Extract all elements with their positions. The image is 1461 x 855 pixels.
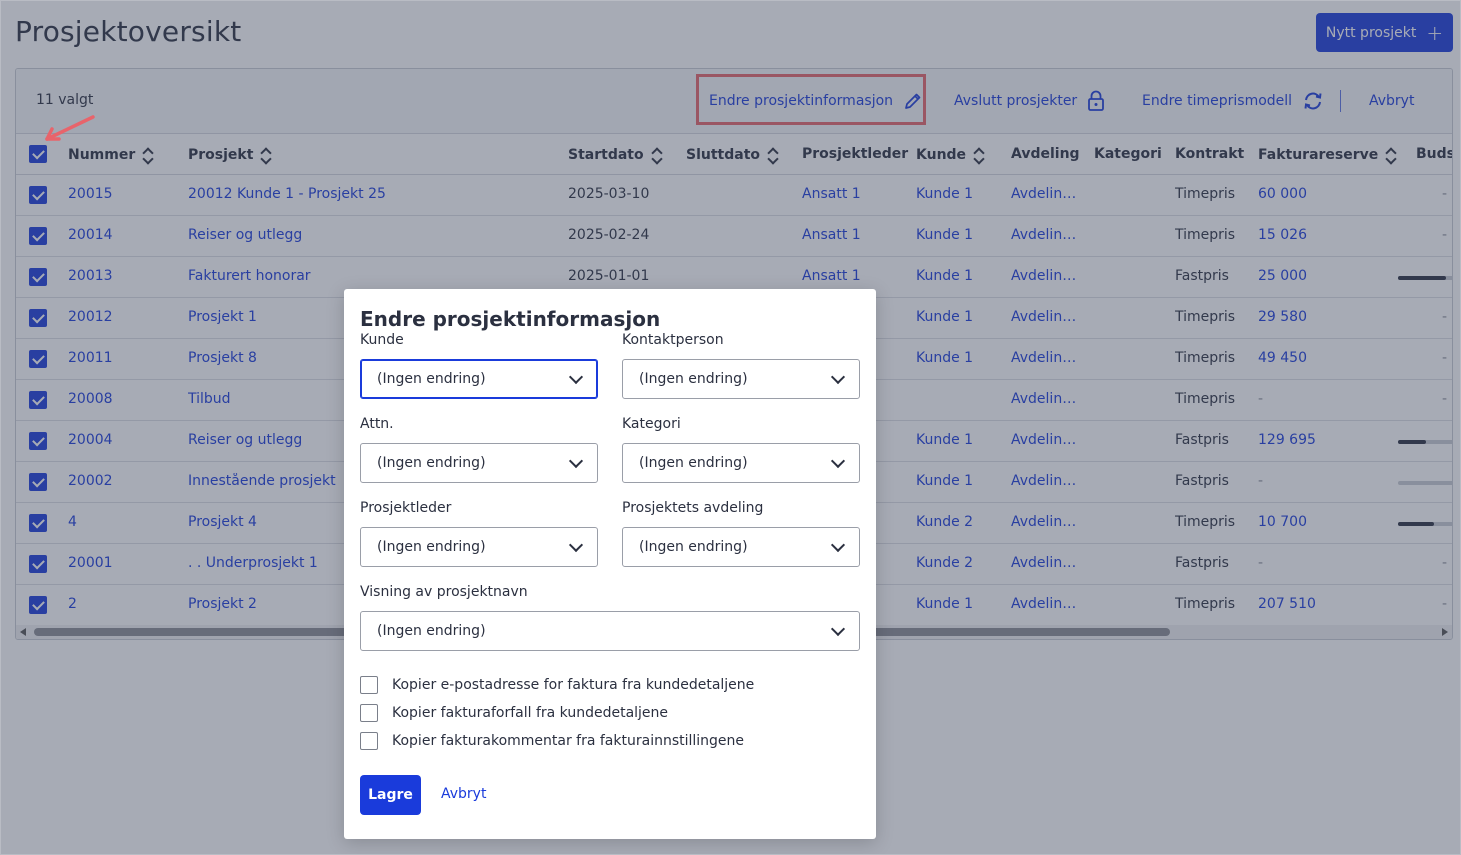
copy-comment-checkbox[interactable] [360, 732, 378, 750]
dialog-title: Endre prosjektinformasjon [360, 307, 661, 331]
kontaktperson-select-value: (Ingen endring) [639, 371, 748, 387]
avdeling-label: Prosjektets avdeling [622, 500, 764, 516]
prosjektleder-select-value: (Ingen endring) [377, 539, 486, 555]
kategori-label: Kategori [622, 416, 681, 432]
chevron-down-icon [830, 453, 846, 469]
kategori-select-value: (Ingen endring) [639, 455, 748, 471]
chevron-down-icon [568, 537, 584, 553]
copy-comment-label: Kopier fakturakommentar fra fakturainnst… [392, 733, 745, 749]
copy-due-label: Kopier fakturaforfall fra kundedetaljene [392, 705, 669, 721]
chevron-down-icon [830, 621, 846, 637]
edit-project-dialog: Endre prosjektinformasjon Kunde (Ingen e… [344, 289, 876, 839]
chevron-down-icon [830, 537, 846, 553]
avdeling-select-value: (Ingen endring) [639, 539, 748, 555]
attn-label: Attn. [360, 416, 394, 432]
avdeling-select[interactable]: (Ingen endring) [622, 527, 860, 567]
save-button[interactable]: Lagre [360, 775, 421, 815]
copy-email-option[interactable]: Kopier e-postadresse for faktura fra kun… [360, 676, 754, 694]
visning-select-value: (Ingen endring) [377, 623, 486, 639]
copy-comment-option[interactable]: Kopier fakturakommentar fra fakturainnst… [360, 732, 744, 750]
prosjektleder-label: Prosjektleder [360, 500, 452, 516]
app-window: Prosjektoversikt Nytt prosjekt + 11 valg… [0, 0, 1461, 855]
chevron-down-icon [568, 369, 584, 385]
kontaktperson-label: Kontaktperson [622, 332, 724, 348]
kunde-select[interactable]: (Ingen endring) [360, 359, 598, 399]
chevron-down-icon [830, 369, 846, 385]
kunde-label: Kunde [360, 332, 404, 348]
kunde-select-value: (Ingen endring) [377, 371, 486, 387]
attn-select-value: (Ingen endring) [377, 455, 486, 471]
copy-due-option[interactable]: Kopier fakturaforfall fra kundedetaljene [360, 704, 668, 722]
kontaktperson-select[interactable]: (Ingen endring) [622, 359, 860, 399]
copy-email-checkbox[interactable] [360, 676, 378, 694]
kategori-select[interactable]: (Ingen endring) [622, 443, 860, 483]
attn-select[interactable]: (Ingen endring) [360, 443, 598, 483]
visning-select[interactable]: (Ingen endring) [360, 611, 860, 651]
chevron-down-icon [568, 453, 584, 469]
visning-label: Visning av prosjektnavn [360, 584, 528, 600]
annotation-arrow-icon [45, 115, 95, 141]
dialog-cancel-button[interactable]: Avbryt [441, 786, 486, 802]
prosjektleder-select[interactable]: (Ingen endring) [360, 527, 598, 567]
copy-email-label: Kopier e-postadresse for faktura fra kun… [392, 677, 755, 693]
copy-due-checkbox[interactable] [360, 704, 378, 722]
